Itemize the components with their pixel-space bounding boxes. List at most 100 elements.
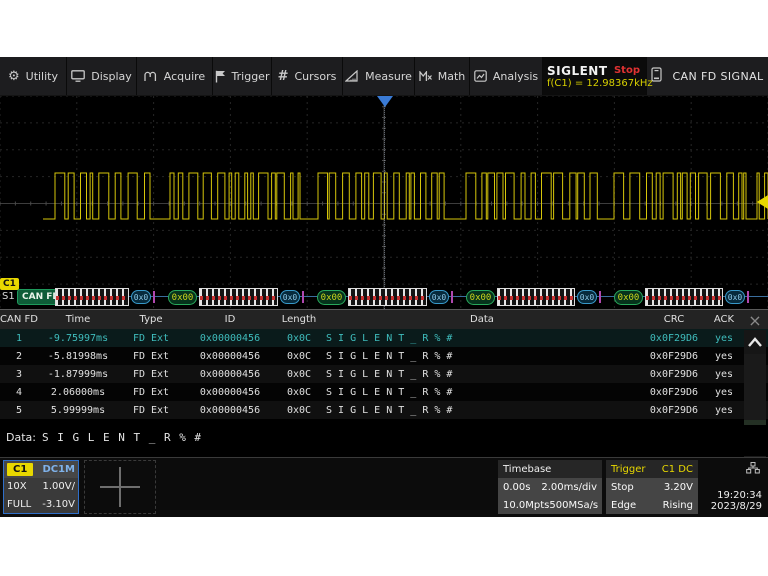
- trigger-source: C1 DC: [662, 464, 693, 475]
- table-row[interactable]: 42.06000msFD Ext0x000004560x0CS I G L E …: [0, 383, 768, 401]
- bus-data-burst: [348, 288, 427, 306]
- cell-id: 0x00000456: [184, 333, 276, 344]
- cell-time: 2.06000ms: [38, 387, 118, 398]
- menu-item-label: Utility: [26, 70, 58, 83]
- cell-length: 0x0C: [276, 387, 322, 398]
- table-row[interactable]: 1-9.75997msFD Ext0x000004560x0CS I G L E…: [0, 329, 768, 347]
- close-icon[interactable]: ×: [743, 312, 767, 330]
- cell-num: 3: [0, 369, 38, 380]
- cell-crc: 0x0F29D6: [642, 405, 706, 416]
- column-header-time: Time: [38, 314, 118, 325]
- cell-time: 5.99999ms: [38, 405, 118, 416]
- channel1-offset-marker[interactable]: C1: [0, 278, 19, 290]
- cell-time: -9.75997ms: [38, 333, 118, 344]
- cell-length: 0x0C: [276, 333, 322, 344]
- cell-crc: 0x0F29D6: [642, 351, 706, 362]
- cell-length: 0x0C: [276, 351, 322, 362]
- clock-date: 2023/8/29: [711, 501, 762, 512]
- column-header-length: Length: [276, 314, 322, 325]
- cell-id: 0x00000456: [184, 351, 276, 362]
- channel-slot-placeholder[interactable]: [84, 460, 156, 514]
- detail-label: Data:: [6, 431, 36, 444]
- bus-end-segment: 0x0: [131, 290, 151, 304]
- cell-num: 2: [0, 351, 38, 362]
- cell-length: 0x0C: [276, 369, 322, 380]
- analysis-icon: [474, 70, 487, 82]
- cell-num: 4: [0, 387, 38, 398]
- column-header-can-fd: CAN FD: [0, 314, 38, 325]
- top-menu-bar: ⚙Utility Display AcquireTrigger # Cursors Mea…: [0, 57, 768, 95]
- bus-data-burst: [199, 288, 278, 306]
- timebase-samplerate: 500MSa/s: [549, 500, 598, 511]
- trigger-status: Stop: [611, 482, 634, 493]
- trigger-position-marker[interactable]: [377, 96, 393, 107]
- acquire-icon: [144, 70, 158, 82]
- cell-num: 1: [0, 333, 38, 344]
- frequency-counter: f(C1) = 12.98367kHz: [547, 78, 642, 89]
- timebase-title: Timebase: [503, 464, 551, 475]
- cursors-icon: #: [278, 69, 289, 84]
- bus-value-segment: 0x00: [168, 290, 197, 305]
- oscilloscope-screen: ⚙Utility Display AcquireTrigger # Cursors Mea…: [0, 57, 768, 517]
- cell-length: 0x0C: [276, 405, 322, 416]
- clock-time: 19:20:34: [717, 490, 762, 501]
- trigger-slope: Rising: [663, 500, 693, 511]
- cell-data: S I G L E N T _ R % #: [322, 333, 642, 344]
- trigger-level-marker[interactable]: [757, 195, 768, 209]
- menu-item-utility[interactable]: ⚙Utility: [0, 57, 67, 95]
- bus-frame-marker: [599, 291, 601, 303]
- menu-item-label: Display: [91, 70, 132, 83]
- table-row[interactable]: 3-1.87999msFD Ext0x000004560x0CS I G L E…: [0, 365, 768, 383]
- timebase-delay: 0.00s: [503, 482, 530, 493]
- trigger-position-line: [384, 106, 385, 310]
- scroll-up-button[interactable]: [744, 330, 766, 354]
- cell-id: 0x00000456: [184, 405, 276, 416]
- bus-frame-marker: [302, 291, 304, 303]
- cell-ack: yes: [706, 333, 742, 344]
- menu-item-cursors[interactable]: # Cursors: [272, 57, 343, 95]
- bus-frame-marker: [153, 291, 155, 303]
- timebase-descriptor[interactable]: Timebase 0.00s 2.00ms/div 10.0Mpts 500MS…: [498, 460, 602, 514]
- trigger-descriptor[interactable]: Trigger C1 DC Stop 3.20V Edge Rising: [606, 460, 698, 514]
- channel1-badge: C1: [7, 463, 33, 476]
- display-icon: [71, 70, 85, 82]
- bus-end-segment: 0x0: [429, 290, 449, 304]
- clock-box: 19:20:34 2023/8/29: [700, 460, 766, 514]
- bus-value-segment: 0x00: [317, 290, 346, 305]
- lan-icon[interactable]: [746, 462, 760, 477]
- cell-time: -1.87999ms: [38, 369, 118, 380]
- decode-signal-label: CAN FD SIGNAL: [672, 70, 763, 83]
- menu-item-label: Analysis: [493, 70, 538, 83]
- clipboard-icon: [651, 67, 662, 85]
- channel1-attenuation: 10X: [7, 481, 27, 492]
- cell-crc: 0x0F29D6: [642, 369, 706, 380]
- bus-data-burst: [55, 288, 129, 306]
- bus-end-segment: 0x0: [280, 290, 300, 304]
- waveform-display[interactable]: C1 S1 CAN FD 0x00x000x00x000x00x000x00x0…: [0, 95, 768, 310]
- menu-item-measure[interactable]: Measure: [343, 57, 415, 95]
- acquisition-status: Stop: [614, 65, 640, 76]
- menu-item-analysis[interactable]: Analysis: [470, 57, 543, 95]
- math-icon: [419, 71, 432, 82]
- menu-item-acquire[interactable]: Acquire: [137, 57, 213, 95]
- cell-data: S I G L E N T _ R % #: [322, 351, 642, 362]
- menu-items: ⚙Utility Display AcquireTrigger # Cursors Mea…: [0, 57, 543, 95]
- table-row[interactable]: 55.99999msFD Ext0x000004560x0CS I G L E …: [0, 401, 768, 419]
- menu-item-display[interactable]: Display: [67, 57, 137, 95]
- measure-icon: [345, 70, 359, 82]
- menu-item-label: Measure: [365, 70, 412, 83]
- menu-item-math[interactable]: Math: [415, 57, 470, 95]
- bus-data-burst: [645, 288, 723, 306]
- column-header-id: ID: [184, 314, 276, 325]
- channel1-descriptor[interactable]: C1 DC1M 10X 1.00V/ FULL -3.10V: [3, 460, 79, 514]
- menu-item-trigger[interactable]: Trigger: [213, 57, 272, 95]
- cell-ack: yes: [706, 369, 742, 380]
- table-row[interactable]: 2-5.81998msFD Ext0x000004560x0CS I G L E…: [0, 347, 768, 365]
- decode-signal-menu[interactable]: CAN FD SIGNAL: [647, 57, 768, 95]
- brand-status-box: SIGLENT Stop f(C1) = 12.98367kHz: [543, 57, 647, 95]
- cell-id: 0x00000456: [184, 387, 276, 398]
- detail-value: S I G L E N T _ R % #: [42, 431, 202, 444]
- column-header-data: Data: [322, 314, 642, 325]
- menu-item-label: Cursors: [295, 70, 337, 83]
- cell-ack: yes: [706, 351, 742, 362]
